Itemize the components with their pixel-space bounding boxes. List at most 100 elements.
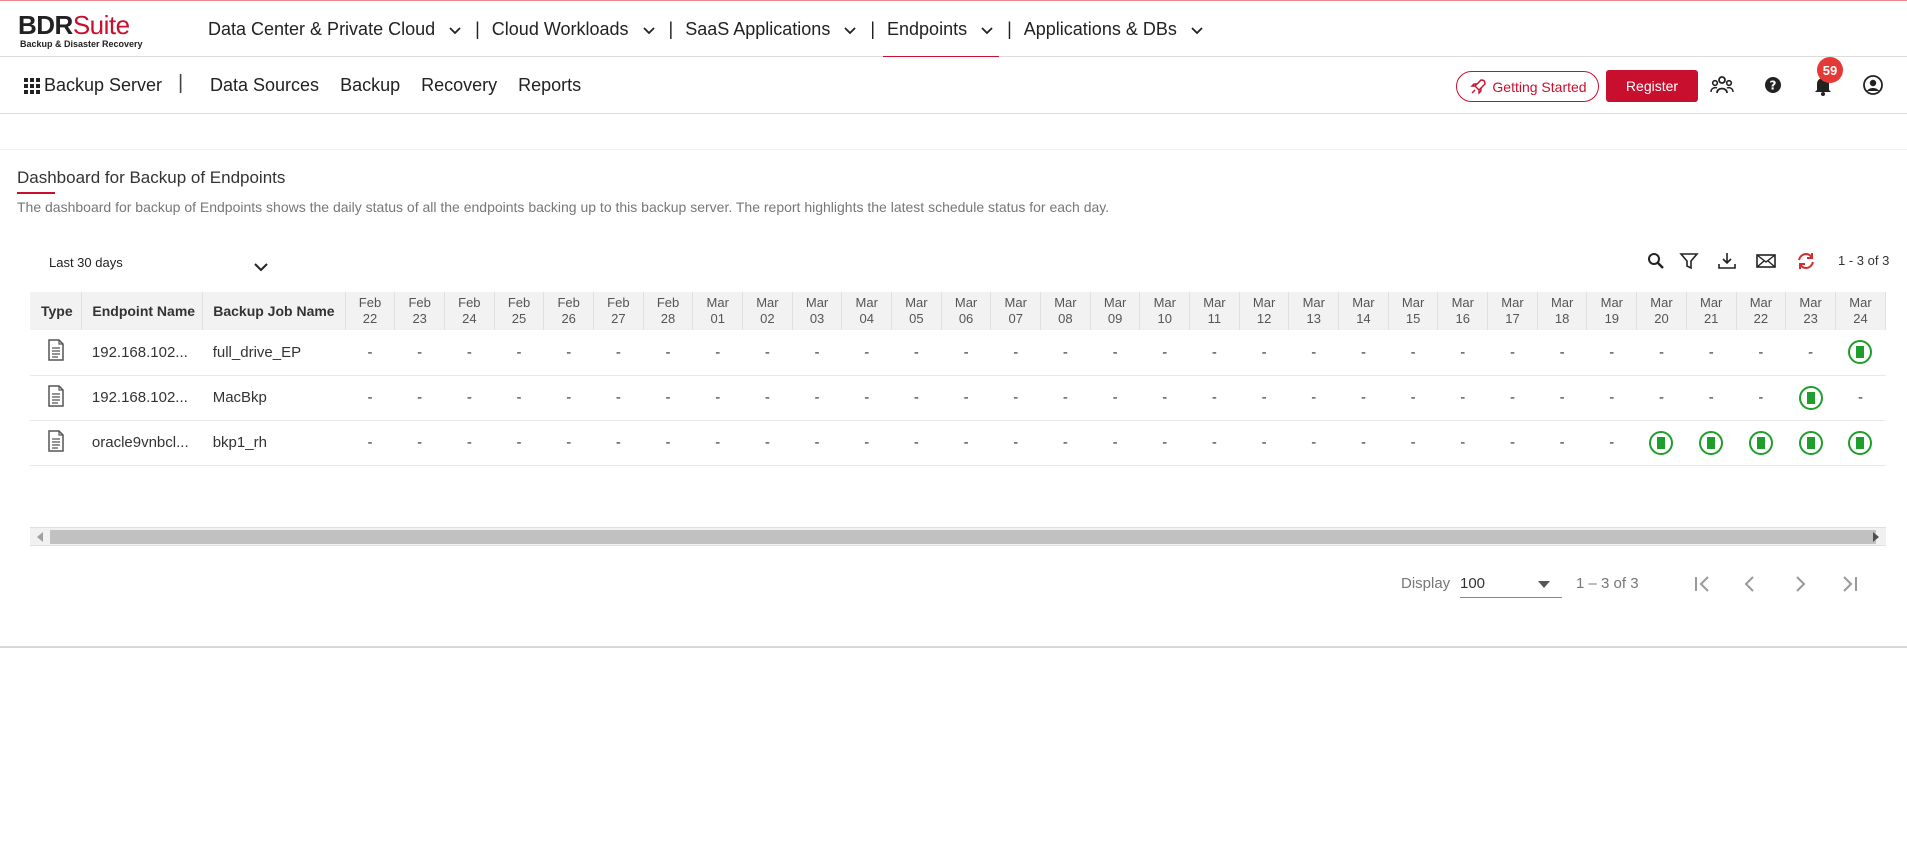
download-icon[interactable]: [1716, 250, 1738, 272]
bdrsuite-logo[interactable]: BDRSuite Backup & Disaster Recovery: [18, 11, 143, 49]
no-status-dash: -: [1460, 343, 1466, 361]
backup-success-icon[interactable]: [1847, 339, 1873, 365]
topnav-saas-applications[interactable]: SaaS Applications: [677, 1, 866, 58]
svg-text:?: ?: [1770, 79, 1777, 93]
endpoint-name-cell[interactable]: oracle9vnbcl...: [81, 420, 203, 466]
backup-server-title[interactable]: Backup Server: [44, 75, 162, 96]
status-cell: -: [345, 375, 395, 421]
previous-page-icon[interactable]: [1736, 570, 1764, 598]
status-cell: -: [1139, 330, 1190, 376]
date-day: 04: [859, 311, 874, 326]
no-status-dash: -: [1261, 389, 1267, 406]
endpoint-name-cell[interactable]: 192.168.102...: [81, 375, 203, 421]
status-cell: -: [990, 375, 1041, 421]
filter-icon[interactable]: [1678, 250, 1700, 272]
table-row[interactable]: 192.168.102... MacBkp - - - - - - - - - - - - - - - - - - - -…: [30, 375, 1886, 421]
topnav-data-center[interactable]: Data Center & Private Cloud: [200, 1, 471, 58]
date-month: Mar: [954, 295, 978, 310]
users-group-icon[interactable]: [1710, 73, 1734, 97]
date-month: Feb: [557, 295, 580, 310]
no-status-dash: -: [1013, 434, 1019, 451]
no-status-dash: -: [1360, 434, 1366, 451]
column-header-backup-job-name[interactable]: Backup Job Name: [202, 292, 346, 330]
help-icon[interactable]: ?: [1761, 73, 1785, 97]
user-account-icon[interactable]: [1861, 73, 1885, 97]
first-page-icon[interactable]: [1688, 570, 1716, 598]
backup-success-icon[interactable]: [1698, 430, 1724, 456]
chevron-down-icon[interactable]: [252, 258, 270, 276]
status-cell[interactable]: [1785, 420, 1836, 466]
status-cell[interactable]: [1636, 420, 1687, 466]
no-status-dash: -: [1509, 434, 1515, 451]
getting-started-button[interactable]: Getting Started: [1456, 71, 1599, 102]
status-cell: -: [543, 330, 594, 376]
status-cell[interactable]: [1736, 420, 1786, 466]
no-status-dash: -: [665, 343, 671, 361]
table-row[interactable]: oracle9vnbcl... bkp1_rh - - - - - - - - - - - - - - - - - -…: [30, 420, 1886, 466]
status-cell[interactable]: [1686, 420, 1737, 466]
date-day: 16: [1455, 311, 1471, 326]
date-day: 03: [809, 311, 825, 326]
subnav-reports[interactable]: Reports: [518, 75, 581, 96]
date-day: 18: [1554, 311, 1570, 326]
type-cell: [30, 375, 82, 421]
column-header-date: Mar 20: [1636, 292, 1687, 330]
page-size-select[interactable]: 100: [1460, 572, 1562, 598]
status-cell: -: [1189, 330, 1240, 376]
status-cell: -: [1388, 375, 1438, 421]
backup-success-icon[interactable]: [1847, 430, 1873, 456]
app-grid-icon[interactable]: [24, 78, 40, 94]
endpoint-name-cell[interactable]: 192.168.102...: [81, 330, 203, 376]
type-cell: [30, 330, 82, 376]
backup-success-icon[interactable]: [1648, 430, 1674, 456]
column-header-type[interactable]: Type: [30, 292, 83, 330]
status-cell: -: [1239, 375, 1289, 421]
column-header-date: Mar 15: [1388, 292, 1439, 330]
backup-success-icon[interactable]: [1798, 385, 1824, 411]
status-cell: -: [1437, 330, 1488, 376]
column-header-endpoint-name[interactable]: Endpoint Name: [81, 292, 204, 330]
horizontal-scrollbar[interactable]: [30, 527, 1886, 546]
date-range-select[interactable]: Last 30 days: [49, 255, 123, 270]
no-status-dash: -: [715, 343, 721, 361]
email-icon[interactable]: [1755, 250, 1777, 272]
backup-success-icon[interactable]: [1798, 430, 1824, 456]
status-cell[interactable]: [1785, 375, 1836, 421]
date-month: Feb: [408, 295, 431, 310]
scroll-left-arrow[interactable]: [37, 532, 43, 542]
status-cell: -: [1338, 330, 1389, 376]
next-page-icon[interactable]: [1786, 570, 1814, 598]
topnav-endpoints[interactable]: Endpoints: [879, 1, 1003, 58]
table-row[interactable]: 192.168.102... full_drive_EP - - - - - - - - - - - - -…: [30, 330, 1886, 376]
scroll-right-arrow[interactable]: [1873, 532, 1879, 542]
status-cell: -: [643, 375, 693, 421]
no-status-dash: -: [417, 434, 423, 451]
status-cell[interactable]: [1835, 420, 1886, 466]
status-cell: -: [742, 420, 793, 466]
subnav-backup[interactable]: Backup: [340, 75, 400, 96]
column-header-date: Feb 24: [444, 292, 495, 330]
status-cell[interactable]: [1835, 330, 1886, 376]
column-header-date: Feb 27: [593, 292, 644, 330]
register-button[interactable]: Register: [1606, 70, 1698, 102]
no-status-dash: -: [1460, 389, 1466, 406]
scrollbar-thumb[interactable]: [50, 530, 1876, 544]
no-status-dash: -: [1559, 389, 1565, 406]
no-status-dash: -: [1162, 389, 1168, 406]
search-icon[interactable]: [1645, 250, 1667, 272]
no-status-dash: -: [1112, 343, 1118, 361]
no-status-dash: -: [963, 343, 969, 361]
last-page-icon[interactable]: [1836, 570, 1864, 598]
date-day: 11: [1207, 311, 1222, 326]
backup-success-icon[interactable]: [1748, 430, 1774, 456]
status-cell: -: [1636, 375, 1687, 421]
topnav-applications-dbs[interactable]: Applications & DBs: [1016, 1, 1213, 58]
refresh-icon[interactable]: [1795, 250, 1817, 272]
notification-count-badge: 59: [1817, 57, 1843, 83]
no-status-dash: -: [1112, 389, 1118, 406]
status-cell: -: [891, 330, 942, 376]
status-cell: -: [394, 420, 445, 466]
subnav-recovery[interactable]: Recovery: [421, 75, 497, 96]
topnav-cloud-workloads[interactable]: Cloud Workloads: [484, 1, 665, 58]
subnav-data-sources[interactable]: Data Sources: [210, 75, 319, 96]
